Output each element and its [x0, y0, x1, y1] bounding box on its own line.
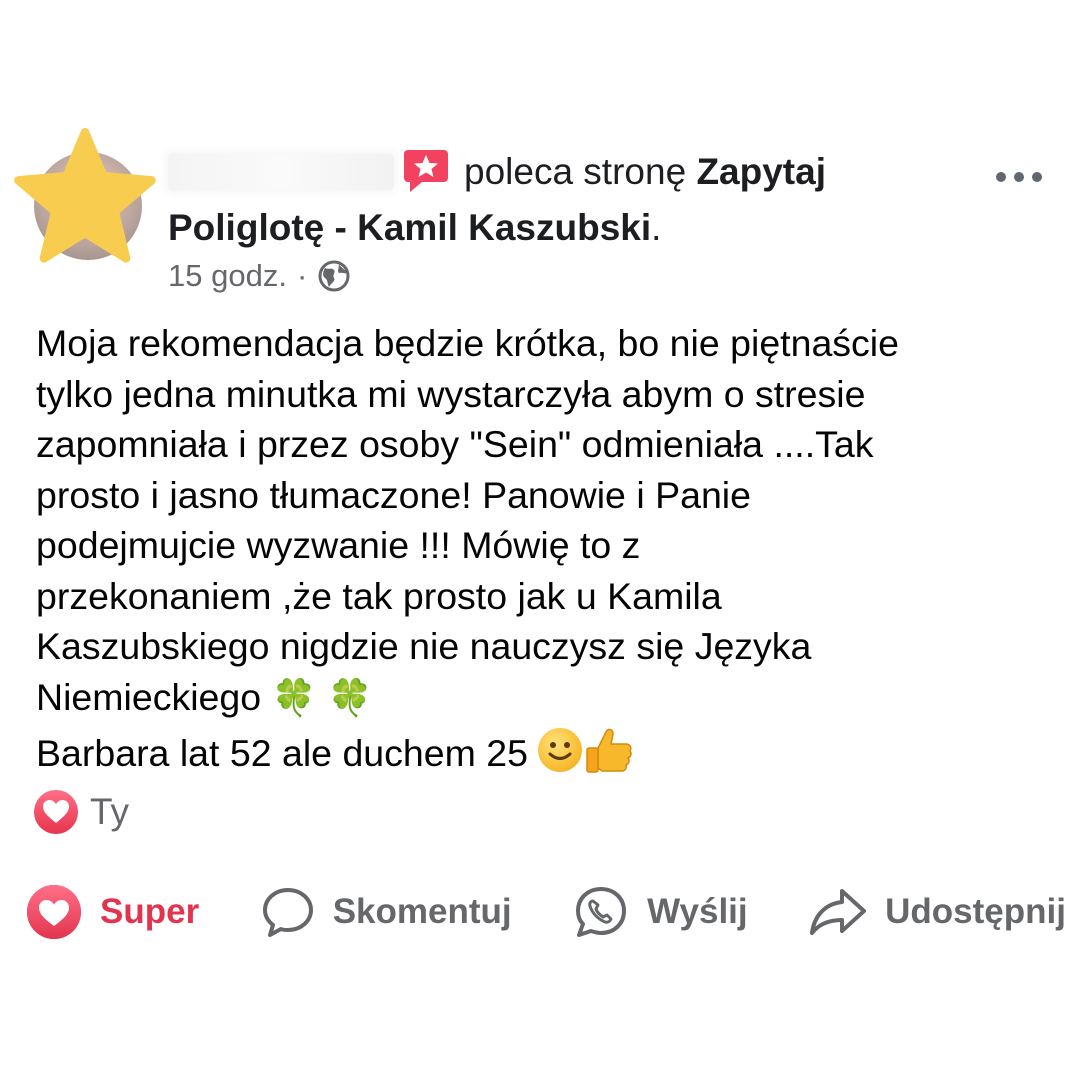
comment-button[interactable]: Skomentuj — [261, 885, 512, 939]
meta-separator: · — [296, 258, 308, 293]
more-icon-dot — [1032, 172, 1042, 182]
super-button[interactable]: Super — [26, 884, 199, 940]
reaction-names: Ty — [90, 791, 130, 832]
globe-icon — [318, 260, 350, 292]
messenger-icon — [576, 887, 627, 937]
post-meta: 15 godz. · — [168, 258, 351, 294]
share-button[interactable]: Udostępnij — [809, 887, 1066, 937]
more-options-button[interactable] — [996, 162, 1046, 192]
comment-label: Skomentuj — [332, 892, 512, 931]
post-signature: Barbara lat 52 ale duchem 25 — [36, 732, 528, 774]
share-icon — [810, 889, 867, 935]
comment-icon — [262, 888, 313, 937]
post-body-text: Moja rekomendacja będzie krótka, bo nie … — [36, 322, 899, 718]
send-button[interactable]: Wyślij — [573, 884, 748, 940]
super-label: Super — [100, 892, 200, 931]
post-body: Moja rekomendacja będzie krótka, bo nie … — [36, 318, 1046, 779]
heart-icon — [34, 790, 78, 834]
author-name-redacted[interactable] — [168, 154, 394, 190]
reaction-summary[interactable]: Ty — [34, 790, 129, 834]
header-period: . — [651, 207, 662, 248]
recommend-text: poleca stronę — [464, 151, 687, 192]
send-label: Wyślij — [647, 892, 748, 931]
smile-emoji — [538, 728, 582, 772]
more-icon — [996, 172, 1006, 182]
action-bar: Super Skomentuj Wyślij Udostępnij — [26, 880, 1066, 944]
heart-icon — [27, 885, 81, 939]
recommend-icon — [404, 150, 448, 192]
thumbs-up-emoji — [586, 728, 632, 773]
star-icon — [14, 128, 156, 263]
clover-emoji: 🍀 🍀 — [271, 677, 373, 719]
post-time[interactable]: 15 godz. — [168, 258, 287, 294]
share-label: Udostępnij — [885, 892, 1066, 931]
more-icon-dot — [1014, 172, 1024, 182]
post-header: poleca stronę Zapytaj Poliglotę - Kamil … — [168, 144, 928, 256]
